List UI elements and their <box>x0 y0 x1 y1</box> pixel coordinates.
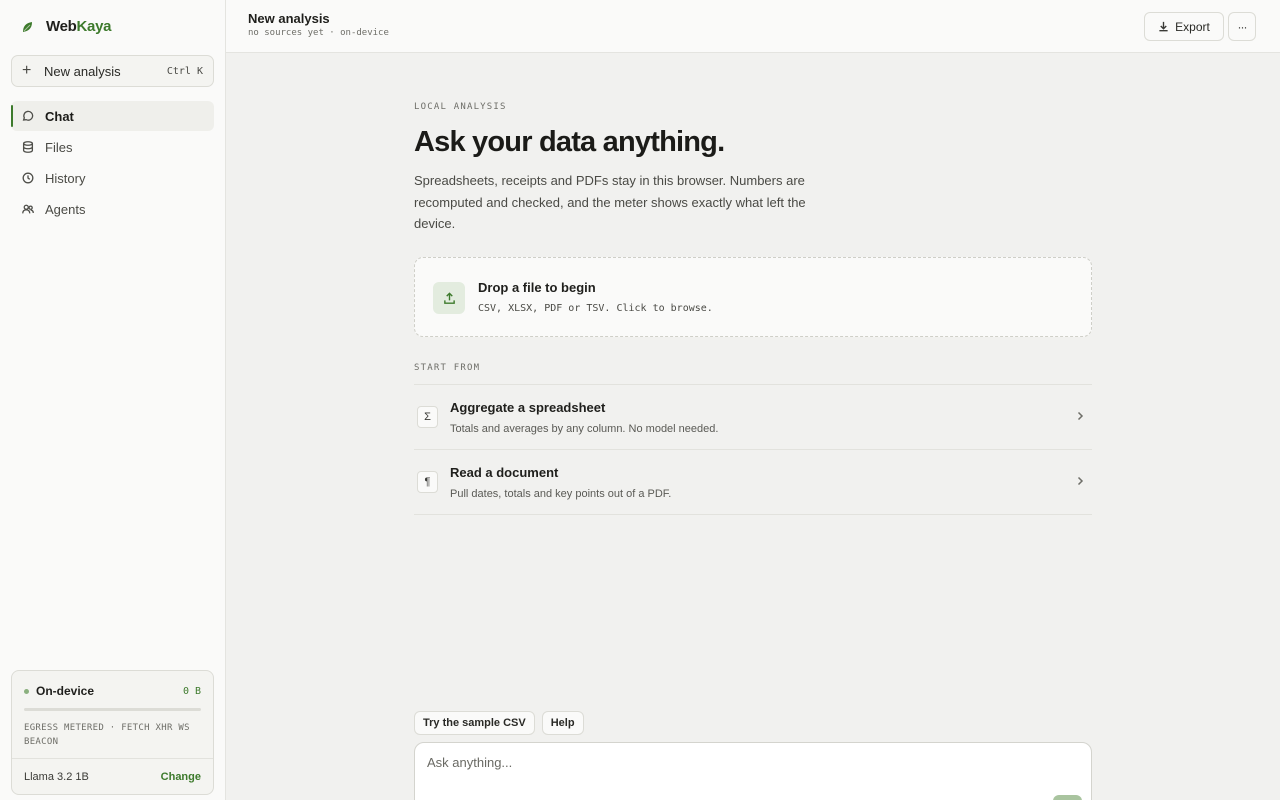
sigma-icon: Σ <box>417 406 438 428</box>
sidebar-item-label: Files <box>45 139 73 155</box>
dropzone-title: Drop a file to begin <box>478 280 596 295</box>
ask-input[interactable] <box>427 755 1027 770</box>
send-button[interactable] <box>1053 795 1082 800</box>
new-analysis-label: New analysis <box>44 63 121 79</box>
export-button[interactable]: Export <box>1144 12 1224 41</box>
plus-icon: + <box>22 62 32 79</box>
start-item-read-document[interactable]: ¶ Read a document Pull dates, totals and… <box>414 450 1092 515</box>
help-chip[interactable]: Help <box>541 711 584 735</box>
sidebar-nav: Chat Files History Agents <box>11 101 214 225</box>
chat-composer <box>414 742 1092 800</box>
model-name: Llama 3.2 1B <box>24 770 89 783</box>
top-header: New analysis no sources yet · on-device … <box>226 0 1280 53</box>
sidebar-item-files[interactable]: Files <box>11 132 214 162</box>
status-dot <box>24 688 29 694</box>
page-subtitle: no sources yet · on-device <box>248 28 389 38</box>
database-icon <box>22 141 34 153</box>
egress-description: EGRESS METERED · FETCH XHR WS BEACON <box>24 723 190 747</box>
users-icon <box>22 204 34 214</box>
file-dropzone[interactable]: Drop a file to begin CSV, XLSX, PDF or T… <box>414 257 1092 337</box>
export-label: Export <box>1175 19 1210 34</box>
sidebar-item-label: History <box>45 170 86 186</box>
chevron-right-icon <box>1077 411 1084 421</box>
start-item-description: Totals and averages by any column. No mo… <box>450 423 719 435</box>
download-icon <box>1159 21 1168 32</box>
page-title: New analysis <box>248 11 330 26</box>
egress-bytes: 0 B <box>182 685 201 697</box>
start-from-list: Σ Aggregate a spreadsheet Totals and ave… <box>414 384 1092 515</box>
shortcut-hint: Ctrl K <box>166 65 203 77</box>
start-item-description: Pull dates, totals and key points out of… <box>450 488 672 500</box>
sidebar-item-chat[interactable]: Chat <box>11 101 214 131</box>
pilcrow-icon: ¶ <box>417 471 438 493</box>
chat-bubble-icon <box>22 110 34 121</box>
section-eyebrow: LOCAL ANALYSIS <box>414 102 507 112</box>
sidebar-item-agents[interactable]: Agents <box>11 194 214 224</box>
brand-name: WebKaya <box>46 18 112 35</box>
try-sample-csv-chip[interactable]: Try the sample CSV <box>414 711 535 735</box>
brand[interactable]: WebKaya <box>20 18 111 35</box>
sidebar-item-label: Agents <box>45 201 86 217</box>
chevron-right-icon <box>1077 476 1084 486</box>
on-device-card: On-device 0 B EGRESS METERED · FETCH XHR… <box>11 670 214 795</box>
on-device-title: On-device <box>36 684 95 698</box>
leaf-logo-icon <box>23 21 32 32</box>
egress-meter <box>24 708 201 711</box>
hero-heading: Ask your data anything. <box>414 126 725 158</box>
start-from-label: START FROM <box>414 363 481 373</box>
dropzone-subtitle: CSV, XLSX, PDF or TSV. Click to browse. <box>478 303 713 314</box>
start-item-aggregate-spreadsheet[interactable]: Σ Aggregate a spreadsheet Totals and ave… <box>414 385 1092 450</box>
start-item-title: Read a document <box>450 465 559 480</box>
new-analysis-button[interactable]: + New analysis Ctrl K <box>11 55 214 87</box>
hero-description: Spreadsheets, receipts and PDFs stay in … <box>414 173 806 231</box>
change-model-button[interactable]: Change <box>161 771 201 783</box>
start-item-title: Aggregate a spreadsheet <box>450 400 606 415</box>
more-options-button[interactable]: ··· <box>1228 12 1256 41</box>
clock-icon <box>22 172 34 184</box>
suggestion-chips: Try the sample CSV Help <box>414 711 584 735</box>
sidebar-item-history[interactable]: History <box>11 163 214 193</box>
sidebar-item-label: Chat <box>45 108 74 124</box>
sidebar: WebKaya + New analysis Ctrl K Chat Files… <box>0 0 226 800</box>
upload-icon <box>433 282 465 314</box>
